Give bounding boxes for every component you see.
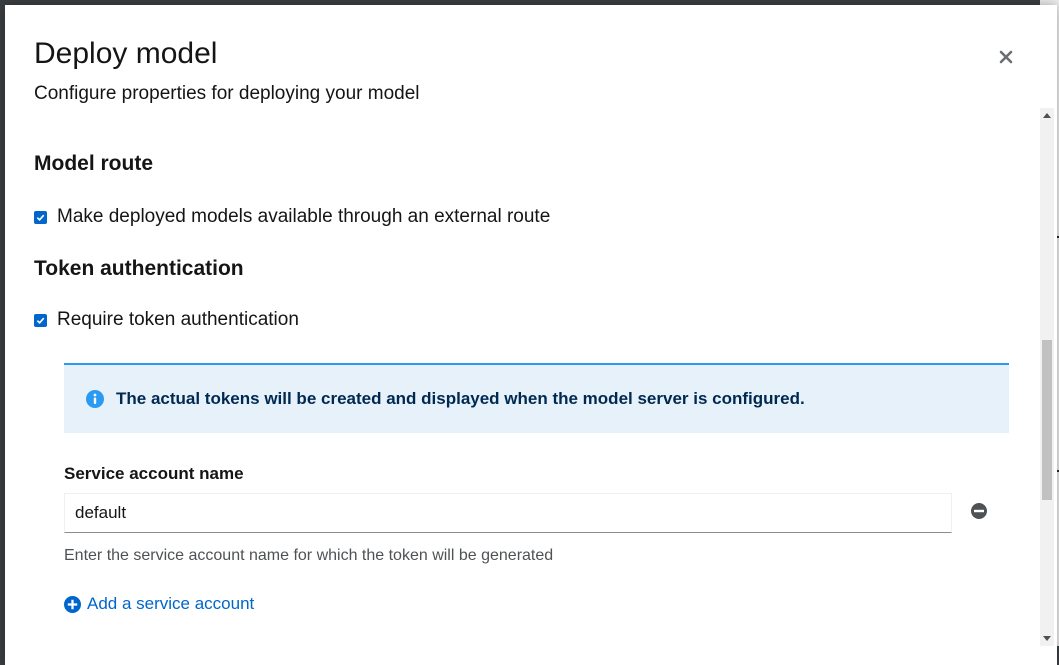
info-alert: The actual tokens will be created and di…: [64, 363, 1009, 433]
add-service-account-label: Add a service account: [87, 594, 255, 613]
modal-description: Configure properties for deploying your …: [34, 83, 420, 104]
plus-circle-icon: [64, 595, 81, 613]
external-route-checkbox-row[interactable]: Make deployed models available through a…: [34, 206, 550, 228]
modal-header: Deploy model Configure properties for de…: [34, 35, 1057, 105]
info-alert-text: The actual tokens will be created and di…: [116, 389, 805, 408]
close-button[interactable]: [990, 41, 1022, 73]
scroll-thumb[interactable]: [1042, 340, 1052, 500]
info-circle-icon: [86, 390, 104, 408]
checkmark-icon: [36, 317, 45, 324]
checkmark-icon: [36, 214, 45, 221]
modal-body: Model route Make deployed models availab…: [34, 105, 1009, 651]
external-route-checkbox[interactable]: [34, 210, 47, 224]
model-route-heading: Model route: [34, 152, 153, 175]
token-auth-heading: Token authentication: [34, 257, 244, 280]
service-account-label: Service account name: [64, 464, 244, 483]
token-auth-checkbox[interactable]: [34, 313, 47, 327]
service-account-input[interactable]: [64, 493, 952, 533]
token-auth-checkbox-label: Require token authentication: [57, 309, 299, 330]
close-icon: [999, 50, 1013, 64]
token-auth-checkbox-row[interactable]: Require token authentication: [34, 309, 299, 331]
scroll-up-arrow-icon[interactable]: [1040, 108, 1054, 122]
modal-title: Deploy model: [34, 37, 218, 70]
minus-circle-icon: [971, 503, 987, 519]
scroll-down-arrow-icon[interactable]: [1040, 632, 1054, 646]
add-service-account-button[interactable]: Add a service account: [64, 594, 254, 614]
deploy-model-modal: Deploy model Configure properties for de…: [5, 5, 1057, 665]
external-route-checkbox-label: Make deployed models available through a…: [57, 206, 551, 227]
modal-scrollbar[interactable]: [1040, 108, 1054, 646]
remove-service-account-button[interactable]: [970, 502, 990, 522]
service-account-helper-text: Enter the service account name for which…: [64, 547, 554, 564]
